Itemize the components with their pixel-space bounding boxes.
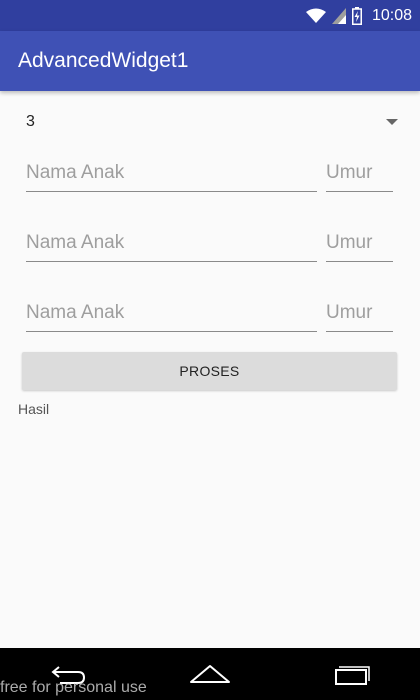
count-spinner[interactable]: 3 xyxy=(18,106,406,138)
child-name-input[interactable]: Nama Anak xyxy=(26,225,317,262)
child-input-row: Nama Anak Umur xyxy=(26,152,393,192)
child-age-input[interactable]: Umur xyxy=(326,295,393,332)
dropdown-arrow-icon xyxy=(386,119,398,125)
battery-icon xyxy=(351,6,362,25)
process-button[interactable]: PROSES xyxy=(22,352,397,390)
child-age-input[interactable]: Umur xyxy=(326,225,393,262)
signal-icon xyxy=(331,7,346,24)
child-name-input[interactable]: Nama Anak xyxy=(26,155,317,192)
watermark-text: free for personal use xyxy=(0,679,147,696)
app-bar: AdvancedWidget1 xyxy=(0,31,420,91)
spinner-selected-value: 3 xyxy=(26,113,35,130)
home-icon[interactable] xyxy=(189,663,231,685)
status-time: 10:08 xyxy=(371,6,412,24)
status-bar: 10:08 xyxy=(0,0,420,31)
wifi-icon xyxy=(305,8,326,24)
child-name-input[interactable]: Nama Anak xyxy=(26,295,317,332)
child-input-row: Nama Anak Umur xyxy=(26,292,393,332)
child-input-row: Nama Anak Umur xyxy=(26,222,393,262)
recents-icon[interactable] xyxy=(332,663,370,685)
child-age-input[interactable]: Umur xyxy=(326,155,393,192)
result-label: Hasil xyxy=(18,401,50,417)
app-title: AdvancedWidget1 xyxy=(18,49,189,72)
